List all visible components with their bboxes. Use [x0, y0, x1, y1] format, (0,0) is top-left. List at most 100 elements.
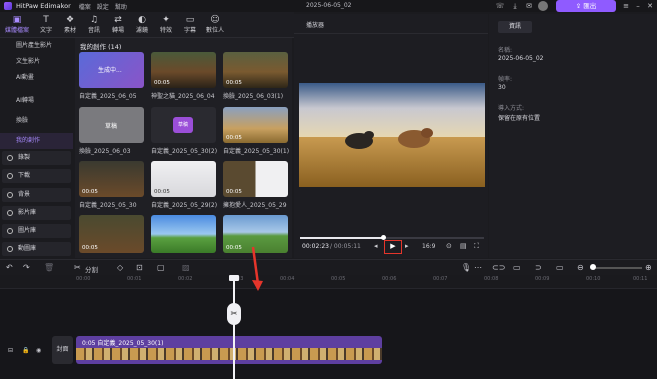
- sidebar-category-video-library[interactable]: 影片庫: [2, 206, 71, 220]
- menu-icon[interactable]: ≡: [621, 1, 631, 11]
- title-bar: HitPaw Edimakor 檔案 設定 幫助 2025-06-05_02 ☏…: [0, 0, 657, 12]
- video-frame: [299, 83, 485, 187]
- ruler-tick: 00:11: [633, 276, 648, 282]
- split-label[interactable]: 分割: [85, 264, 98, 274]
- track-settings-icon[interactable]: ⊟: [8, 347, 13, 354]
- gif-icon: [7, 246, 13, 252]
- playhead[interactable]: [233, 275, 235, 379]
- sidebar-item-text-to-video[interactable]: 文生影片: [0, 54, 73, 70]
- document-name: 2025-06-05_02: [306, 2, 352, 9]
- card-thumbnail: 00:05: [79, 161, 144, 197]
- sparkle-icon: ✦: [162, 15, 170, 25]
- ruler-tick: 00:09: [535, 276, 550, 282]
- image-icon[interactable]: ▨: [182, 263, 190, 272]
- info-fps-label: 幀率:: [498, 76, 513, 83]
- ruler-tick: 00:10: [586, 276, 601, 282]
- split-at-playhead-icon[interactable]: ✂: [227, 303, 241, 325]
- card-thumbnail: 草稿: [151, 107, 216, 143]
- magnet-icon[interactable]: ⊃: [535, 263, 542, 272]
- clip-filmstrip: [76, 348, 382, 360]
- player-panel: 播放器 00:02:23 / 00:05:11 ◂ ▶ ▸ 16:9 ⊙ ▤ ⛶: [294, 14, 488, 258]
- media-toolbar: ▣ 媒體檔案 T 文字 ❖ 素材 ♫ 音訊 ⇄ 轉場 ◐ 濾鏡 ✦ 特效 ▭ 字幕 ☺ 數位人: [0, 12, 294, 38]
- video-preview[interactable]: [299, 83, 485, 187]
- zoom-in-icon[interactable]: ⊕: [645, 263, 652, 272]
- delete-icon[interactable]: 🗑: [44, 263, 54, 272]
- mail-icon[interactable]: ✉: [524, 1, 534, 11]
- seek-bar[interactable]: [300, 235, 484, 240]
- tool-media[interactable]: ▣ 媒體檔案: [2, 15, 32, 37]
- settings-icon[interactable]: ▤: [460, 242, 467, 250]
- download-icon: [7, 173, 13, 179]
- cover-button[interactable]: 封面: [52, 336, 73, 364]
- undo-icon[interactable]: ↶: [6, 263, 13, 272]
- sidebar-item-ai-transition[interactable]: AI轉場: [0, 93, 73, 109]
- redo-icon[interactable]: ↷: [23, 263, 30, 272]
- transition-icon: ⇄: [114, 15, 122, 25]
- info-import-label: 導入方式:: [498, 105, 525, 112]
- card-caption: 換臉_2025_06_03(1): [223, 93, 284, 100]
- zoom-slider[interactable]: [590, 264, 642, 270]
- snapshot-icon[interactable]: ⊙: [446, 242, 452, 250]
- lock-icon[interactable]: 🔒: [22, 347, 29, 354]
- link-icon[interactable]: ⊂⊃: [492, 263, 505, 272]
- sidebar-category-image-library[interactable]: 圖片庫: [2, 224, 71, 238]
- sidebar-item-ai-animation[interactable]: AI動畫: [0, 70, 73, 86]
- card-thumbnail: 生成中...: [79, 52, 144, 88]
- avatar[interactable]: [538, 1, 548, 11]
- sidebar-item-my-creations[interactable]: 我的創作: [0, 133, 73, 149]
- tool-material[interactable]: ❖ 素材: [58, 15, 82, 37]
- menu-settings[interactable]: 設定: [97, 2, 109, 11]
- tool-avatar[interactable]: ☺ 數位人: [202, 15, 228, 37]
- caption-icon: ▭: [185, 15, 195, 25]
- minimize-icon[interactable]: –: [633, 1, 643, 11]
- menu-file[interactable]: 檔案: [79, 2, 91, 11]
- download-icon[interactable]: ⤓: [510, 1, 520, 11]
- tool-audio[interactable]: ♫ 音訊: [82, 15, 106, 37]
- info-panel: 資訊 名稱: 2025-06-05_02 幀率: 30 導入方式: 保留在原有位…: [489, 14, 657, 258]
- filter-icon: ◐: [138, 15, 146, 25]
- player-title: 播放器: [306, 22, 325, 29]
- sidebar-item-face-swap[interactable]: 換臉: [0, 113, 73, 129]
- microphone-icon[interactable]: 🎙: [461, 263, 471, 272]
- sidebar-category-gif-library[interactable]: 動圖庫: [2, 242, 71, 256]
- tool-effects[interactable]: ✦ 特效: [154, 15, 178, 37]
- snap-icon[interactable]: ▭: [513, 263, 521, 272]
- prev-frame-icon[interactable]: ◂: [374, 242, 378, 250]
- crop-icon[interactable]: ▢: [157, 263, 165, 272]
- sidebar-category-download[interactable]: 下載: [2, 169, 71, 183]
- tool-transition[interactable]: ⇄ 轉場: [106, 15, 130, 37]
- close-icon[interactable]: ✕: [645, 1, 655, 11]
- card-thumbnail: 00:05: [151, 52, 216, 88]
- fit-icon[interactable]: ▭: [556, 263, 564, 272]
- export-button[interactable]: ⇪ 匯出: [556, 0, 616, 12]
- card-caption: 神聖之貓_2025_06_04: [151, 93, 215, 100]
- sidebar-category-record[interactable]: 錄製: [2, 151, 71, 165]
- tool-caption[interactable]: ▭ 字幕: [178, 15, 202, 37]
- play-button[interactable]: ▶: [384, 240, 402, 254]
- next-frame-icon[interactable]: ▸: [405, 242, 409, 250]
- tool-text[interactable]: T 文字: [34, 15, 58, 37]
- info-import-value: 保留在原有位置: [498, 115, 541, 122]
- sidebar-category-background[interactable]: 背景: [2, 188, 71, 202]
- card-caption: 自定義_2025_05_29(2): [151, 202, 218, 209]
- fullscreen-icon[interactable]: ⛶: [474, 242, 479, 251]
- timeline-clip[interactable]: 0:05 自定義_2025_05_30(1): [76, 336, 382, 364]
- ruler-tick: 00:07: [433, 276, 448, 282]
- eye-icon[interactable]: ◉: [36, 347, 41, 354]
- sidebar-item-image-to-video[interactable]: 圖片產生影片: [0, 38, 73, 54]
- text-box-icon[interactable]: ⊡: [136, 263, 143, 272]
- time-ruler[interactable]: 00:00 00:01 00:02 00:03 00:04 00:05 00:0…: [0, 275, 657, 289]
- support-icon[interactable]: ☏: [495, 1, 505, 11]
- grid-title: 我的創作 (14): [80, 43, 122, 51]
- zoom-out-icon[interactable]: ⊖: [577, 263, 584, 272]
- tool-filter[interactable]: ◐ 濾鏡: [130, 15, 154, 37]
- split-icon[interactable]: ✂: [74, 263, 81, 272]
- music-icon: ♫: [89, 15, 99, 25]
- playhead-handle[interactable]: [229, 275, 239, 281]
- audio-wave-icon[interactable]: ⋯: [474, 263, 482, 272]
- zoom-handle[interactable]: [590, 264, 596, 270]
- tab-info[interactable]: 資訊: [498, 21, 532, 33]
- aspect-ratio-select[interactable]: 16:9: [422, 243, 435, 250]
- shield-icon[interactable]: ◇: [117, 263, 123, 272]
- menu-help[interactable]: 幫助: [115, 2, 127, 11]
